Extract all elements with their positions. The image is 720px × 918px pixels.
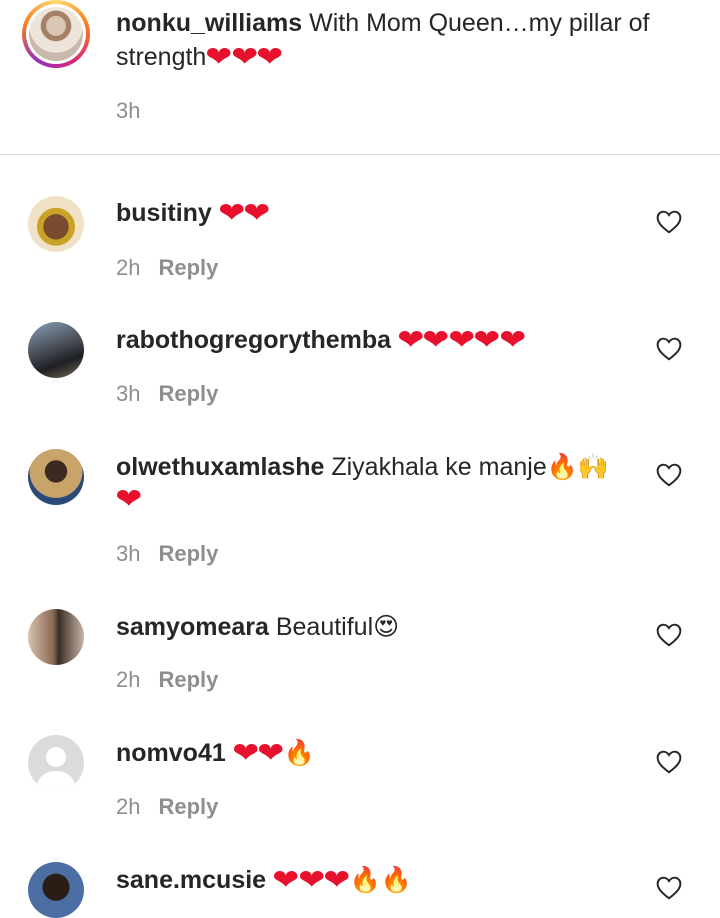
- caption-username[interactable]: nonku_williams: [116, 9, 302, 37]
- fire-emoji: 🔥: [349, 866, 381, 894]
- raising-hands-emoji: 🙌: [577, 453, 610, 481]
- comment-timestamp: 2h: [116, 794, 141, 819]
- heart-outline-icon[interactable]: [656, 750, 682, 774]
- comment-username[interactable]: olwethuxamlashe: [116, 453, 324, 481]
- comment-text: olwethuxamlashe Ziyakhala ke manje🔥🙌: [116, 450, 609, 484]
- reply-button[interactable]: Reply: [158, 794, 218, 819]
- comment-timestamp: 2h: [116, 667, 141, 692]
- commenter-avatar[interactable]: [28, 862, 84, 918]
- comment-username[interactable]: sane.mcusie: [116, 866, 266, 894]
- avatar-photo: [29, 7, 83, 61]
- commenter-avatar[interactable]: [28, 196, 84, 252]
- caption-avatar[interactable]: [22, 0, 90, 68]
- reply-button[interactable]: Reply: [158, 541, 218, 566]
- heart-outline-icon[interactable]: [656, 210, 682, 234]
- comment-meta: 2h Reply: [116, 667, 218, 693]
- caption-timestamp: 3h: [116, 98, 141, 123]
- red-heart-emoji: ❤: [231, 41, 259, 72]
- red-heart-emoji: ❤: [243, 197, 271, 228]
- comment-meta: 2h Reply: [116, 794, 218, 820]
- default-avatar-icon[interactable]: [28, 735, 84, 791]
- comment-username[interactable]: nomvo41: [116, 739, 226, 767]
- red-heart-emoji: ❤: [115, 483, 143, 514]
- comment-body: Ziyakhala ke manje: [324, 453, 547, 481]
- reply-button[interactable]: Reply: [158, 381, 218, 406]
- comment-meta: 3h Reply: [116, 541, 218, 567]
- fire-emoji: 🔥: [283, 739, 315, 767]
- avatar-head-shape: [46, 747, 66, 767]
- commenter-avatar[interactable]: [28, 322, 84, 378]
- heart-eyes-emoji: 😍: [373, 613, 400, 641]
- comment-text: nomvo41 ❤❤🔥: [116, 736, 315, 770]
- heart-outline-icon[interactable]: [656, 876, 682, 900]
- comment-body: Beautiful: [268, 613, 374, 641]
- caption-meta: 3h: [116, 98, 140, 124]
- commenter-avatar[interactable]: [28, 609, 84, 665]
- red-heart-emoji: ❤: [231, 737, 259, 768]
- post-caption: nonku_williams With Mom Queen…my pillar …: [0, 0, 720, 155]
- comment-text: busitiny ❤❤: [116, 196, 270, 230]
- comment-text-cont: ❤: [115, 482, 143, 516]
- reply-button[interactable]: Reply: [158, 667, 218, 692]
- avatar-body-shape: [37, 771, 75, 791]
- comment-username[interactable]: rabothogregorythemba: [116, 326, 391, 354]
- comment-timestamp: 2h: [116, 255, 141, 280]
- caption-text-line-1: nonku_williams With Mom Queen…my pillar …: [116, 6, 650, 40]
- red-heart-emoji: ❤: [323, 864, 351, 895]
- caption-text: With Mom Queen…my pillar of: [302, 9, 650, 37]
- comment-username[interactable]: busitiny: [116, 199, 212, 227]
- comment-meta: 3h Reply: [116, 381, 218, 407]
- heart-outline-icon[interactable]: [656, 337, 682, 361]
- comment-timestamp: 3h: [116, 381, 141, 406]
- red-heart-emoji: ❤: [205, 41, 233, 72]
- red-heart-emoji: ❤: [256, 41, 284, 72]
- comment-timestamp: 3h: [116, 541, 141, 566]
- red-heart-emoji: ❤: [272, 864, 300, 895]
- comment-username[interactable]: samyomeara: [116, 613, 269, 641]
- commenter-avatar[interactable]: [28, 449, 84, 505]
- red-heart-emoji: ❤: [218, 197, 246, 228]
- red-heart-emoji: ❤: [397, 324, 425, 355]
- fire-emoji: 🔥: [380, 866, 412, 894]
- red-heart-emoji: ❤: [422, 324, 450, 355]
- comment-meta: 2h Reply: [116, 255, 218, 281]
- caption-text-line-2: strength❤❤❤: [116, 40, 284, 74]
- red-heart-emoji: ❤: [257, 737, 285, 768]
- comment-text: rabothogregorythemba ❤❤❤❤❤: [116, 323, 527, 357]
- heart-outline-icon[interactable]: [656, 463, 682, 487]
- red-heart-emoji: ❤: [473, 324, 501, 355]
- comment-text: sane.mcusie ❤❤❤🔥🔥: [116, 863, 412, 897]
- comment-text: samyomeara Beautiful😍: [116, 610, 399, 644]
- red-heart-emoji: ❤: [297, 864, 325, 895]
- fire-emoji: 🔥: [546, 453, 578, 481]
- red-heart-emoji: ❤: [448, 324, 476, 355]
- reply-button[interactable]: Reply: [158, 255, 218, 280]
- caption-text-cont: strength: [116, 43, 207, 71]
- red-heart-emoji: ❤: [499, 324, 527, 355]
- heart-outline-icon[interactable]: [656, 623, 682, 647]
